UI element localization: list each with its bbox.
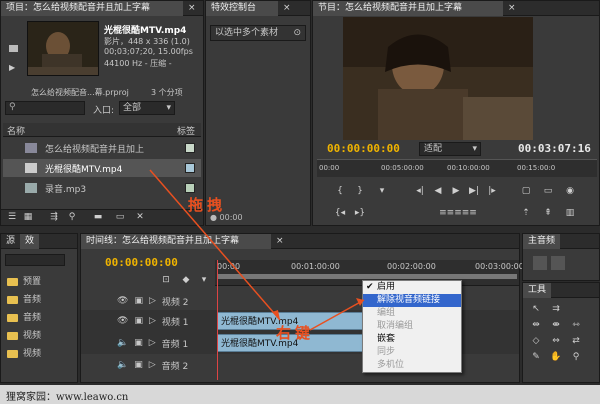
drag-annotation: 拖拽 [188,196,227,214]
rightclick-annotation: 右键 [276,324,315,342]
watermark-text: 狸窝家园：www.leawo.cn [6,392,129,403]
rightclick-arrowhead [356,298,364,306]
annotation-arrows [149,169,365,331]
watermark-bar: 狸窝家园：www.leawo.cn [0,385,600,404]
drag-arrow [149,169,281,321]
rightclick-arrow [309,299,365,331]
